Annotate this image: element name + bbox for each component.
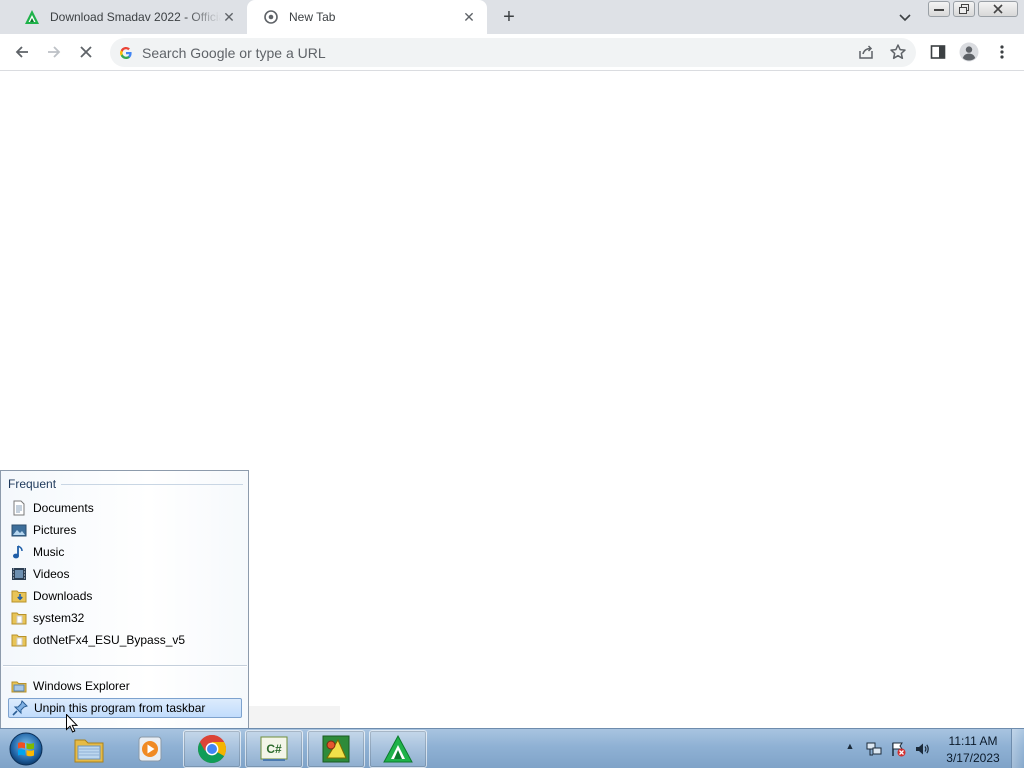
jump-list-item-downloads[interactable]: Downloads bbox=[8, 586, 242, 606]
browser-toolbar bbox=[0, 34, 1024, 71]
taskbar: C# ▲ 11:11 AM 3/17/2023 bbox=[0, 728, 1024, 768]
chrome-newtab-icon bbox=[263, 9, 279, 25]
smadav-icon bbox=[383, 734, 413, 763]
chrome-icon bbox=[198, 735, 226, 763]
avatar-icon bbox=[959, 42, 979, 62]
jump-list-item-dotnetfx4[interactable]: dotNetFx4_ESU_Bypass_v5 bbox=[8, 630, 242, 650]
action-center-flag-icon[interactable] bbox=[890, 741, 906, 757]
jump-list-item-label: Documents bbox=[33, 501, 94, 515]
google-icon bbox=[120, 46, 132, 59]
restore-button[interactable] bbox=[953, 1, 975, 17]
music-icon bbox=[13, 545, 23, 559]
arrow-left-icon bbox=[15, 46, 28, 58]
tooltip-shadow bbox=[240, 706, 340, 728]
taskbar-app-windows-explorer[interactable] bbox=[60, 730, 118, 768]
jump-list-header: Frequent bbox=[8, 477, 57, 491]
taskbar-app-media-player[interactable] bbox=[121, 730, 179, 768]
show-desktop-button[interactable] bbox=[1011, 729, 1024, 768]
jump-list-item-label: dotNetFx4_ESU_Bypass_v5 bbox=[33, 633, 186, 647]
jump-list-item-system32[interactable]: system32 bbox=[8, 608, 242, 628]
chevron-down-icon[interactable] bbox=[896, 8, 914, 26]
jump-list-task-windows-explorer[interactable]: Windows Explorer bbox=[8, 676, 242, 696]
share-icon[interactable] bbox=[856, 42, 876, 62]
kebab-menu-icon bbox=[1000, 45, 1004, 59]
new-tab-button[interactable]: + bbox=[498, 6, 520, 28]
side-panel-icon bbox=[930, 45, 946, 59]
system-clock[interactable]: 11:11 AM 3/17/2023 bbox=[940, 733, 1006, 767]
jump-list-item-label: Unpin this program from taskbar bbox=[34, 701, 206, 715]
tab-title: Download Smadav 2022 - Official bbox=[50, 10, 221, 24]
profile-button[interactable] bbox=[959, 42, 979, 62]
bookmark-star-icon[interactable] bbox=[888, 42, 908, 62]
windows-explorer-icon bbox=[11, 681, 27, 693]
back-button[interactable] bbox=[12, 42, 32, 62]
folder-icon bbox=[11, 634, 27, 647]
network-icon[interactable] bbox=[866, 741, 882, 757]
jump-list-item-label: system32 bbox=[33, 611, 85, 625]
jump-list-item-pictures[interactable]: Pictures bbox=[8, 520, 242, 540]
jump-list-item-label: Windows Explorer bbox=[33, 679, 130, 693]
taskbar-app-smadav[interactable] bbox=[369, 730, 427, 768]
jump-list-item-videos[interactable]: Videos bbox=[8, 564, 242, 584]
svg-text:C#: C# bbox=[266, 742, 282, 756]
volume-icon[interactable] bbox=[914, 741, 930, 757]
tool-icon bbox=[322, 735, 350, 763]
arrow-right-icon bbox=[48, 46, 61, 58]
side-panel-button[interactable] bbox=[928, 42, 948, 62]
videos-icon bbox=[12, 568, 26, 580]
clock-time: 11:11 AM bbox=[948, 734, 998, 748]
smadav-icon bbox=[24, 9, 40, 25]
jump-list-item-label: Pictures bbox=[33, 523, 77, 537]
search-input[interactable] bbox=[142, 44, 782, 61]
windows-logo-icon bbox=[9, 732, 43, 766]
windows-explorer-icon bbox=[74, 739, 104, 763]
tab-smadav[interactable]: Download Smadav 2022 - Official ✕ bbox=[8, 0, 247, 34]
forward-button[interactable] bbox=[44, 42, 64, 62]
close-tab-icon[interactable]: ✕ bbox=[221, 9, 237, 25]
show-hidden-icons-button[interactable]: ▲ bbox=[843, 741, 857, 755]
unpin-icon bbox=[12, 700, 28, 716]
taskbar-app-tool[interactable] bbox=[307, 730, 365, 768]
jump-list-item-music[interactable]: Music bbox=[8, 542, 242, 562]
jump-list-task-unpin[interactable]: Unpin this program from taskbar bbox=[8, 698, 242, 718]
mouse-cursor-icon bbox=[66, 714, 78, 733]
divider bbox=[3, 666, 247, 667]
stop-loading-button[interactable] bbox=[76, 42, 96, 62]
jump-list-item-documents[interactable]: Documents bbox=[8, 498, 242, 518]
taskbar-app-chrome[interactable] bbox=[183, 730, 241, 768]
tab-new-tab[interactable]: New Tab ✕ bbox=[247, 0, 487, 34]
menu-button[interactable] bbox=[992, 42, 1012, 62]
media-player-icon bbox=[138, 736, 162, 762]
clock-date: 3/17/2023 bbox=[946, 751, 1000, 765]
start-button[interactable] bbox=[6, 730, 46, 768]
jump-list: Frequent Documents Pictures Music Videos… bbox=[0, 470, 249, 728]
pictures-icon bbox=[11, 524, 27, 537]
jump-list-item-label: Downloads bbox=[33, 589, 93, 603]
close-tab-icon[interactable]: ✕ bbox=[461, 9, 477, 25]
close-icon bbox=[80, 46, 92, 58]
documents-icon bbox=[13, 500, 25, 516]
jump-list-item-label: Music bbox=[33, 545, 65, 559]
address-bar[interactable] bbox=[110, 38, 916, 67]
minimize-button[interactable] bbox=[928, 1, 950, 17]
taskbar-app-csharp[interactable]: C# bbox=[245, 730, 303, 768]
divider bbox=[61, 484, 243, 485]
close-window-button[interactable] bbox=[978, 1, 1018, 17]
csharp-icon: C# bbox=[260, 736, 288, 761]
jump-list-item-label: Videos bbox=[33, 567, 70, 581]
tab-title: New Tab bbox=[289, 10, 336, 24]
tab-strip: Download Smadav 2022 - Official ✕ New Ta… bbox=[0, 0, 1024, 34]
downloads-folder-icon bbox=[11, 590, 27, 603]
folder-icon bbox=[11, 612, 27, 625]
